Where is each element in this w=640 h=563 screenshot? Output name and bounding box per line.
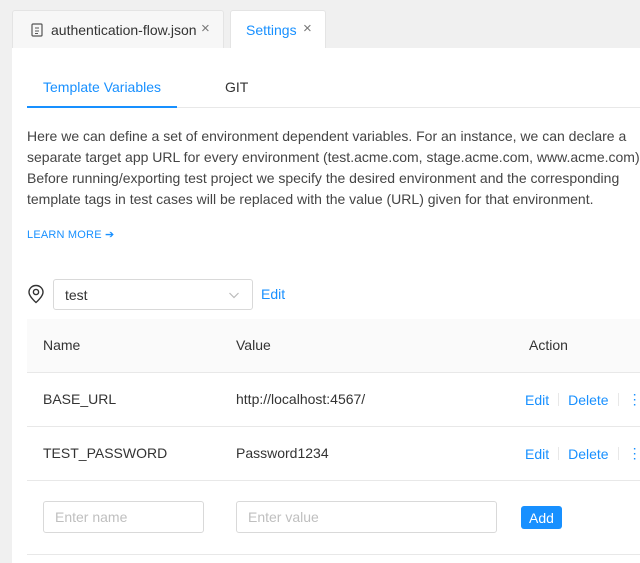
column-header-action: Action (529, 337, 568, 353)
file-tab-settings[interactable]: Settings × (230, 10, 326, 49)
environment-select[interactable]: test (53, 279, 253, 310)
variable-value: Password1234 (236, 445, 329, 461)
file-tab-label: Settings (246, 22, 297, 38)
name-input[interactable] (43, 501, 204, 533)
divider (558, 393, 560, 406)
new-variable-row: Add (27, 481, 640, 555)
divider (558, 447, 560, 460)
variable-name: BASE_URL (43, 391, 117, 407)
tab-template-variables[interactable]: Template Variables (43, 79, 161, 95)
more-options-icon[interactable]: ⋮ (628, 391, 640, 408)
settings-tabs: Template Variables GIT (27, 68, 640, 108)
learn-more-link[interactable]: LEARN MORE ➔ (27, 228, 114, 241)
delete-button[interactable]: Delete (568, 446, 608, 462)
divider (617, 393, 619, 406)
variable-name: TEST_PASSWORD (43, 445, 168, 461)
value-input[interactable] (236, 501, 497, 533)
delete-button[interactable]: Delete (568, 392, 608, 408)
column-header-name: Name (43, 337, 81, 353)
description-text: Here we can define a set of environment … (27, 128, 640, 207)
edit-button[interactable]: Edit (525, 392, 549, 408)
column-header-value: Value (236, 337, 271, 353)
environment-edit-link[interactable]: Edit (261, 286, 285, 302)
close-icon[interactable]: × (201, 21, 213, 36)
table-row: TEST_PASSWORD Password1234 Edit Delete ⋮ (27, 427, 640, 481)
file-tab-label: authentication-flow.json (51, 21, 197, 38)
add-button[interactable]: Add (521, 506, 562, 529)
tab-git[interactable]: GIT (225, 79, 248, 95)
environment-selected-value: test (65, 287, 88, 303)
divider (617, 447, 619, 460)
settings-panel: Template Variables GIT Here we can defin… (12, 48, 640, 563)
file-tab-authentication-flow[interactable]: authentication-flow.json × (12, 10, 224, 48)
edit-button[interactable]: Edit (525, 446, 549, 462)
variable-value: http://localhost:4567/ (236, 391, 366, 407)
variables-table: Name Value Action BASE_URL http://localh… (27, 319, 640, 555)
table-header: Name Value Action (27, 319, 640, 373)
row-actions: Edit Delete ⋮ (525, 391, 640, 408)
environment-row: test Edit (27, 278, 327, 310)
row-actions: Edit Delete ⋮ (525, 445, 640, 462)
table-row: BASE_URL http://localhost:4567/ Edit Del… (27, 373, 640, 427)
more-options-icon[interactable]: ⋮ (628, 445, 640, 462)
file-tab-bar: authentication-flow.json × Settings × (0, 0, 640, 49)
chevron-down-icon (229, 292, 239, 299)
file-icon (31, 22, 43, 37)
close-icon[interactable]: × (303, 21, 315, 36)
active-tab-indicator (27, 106, 177, 108)
location-pin-icon (28, 284, 44, 304)
